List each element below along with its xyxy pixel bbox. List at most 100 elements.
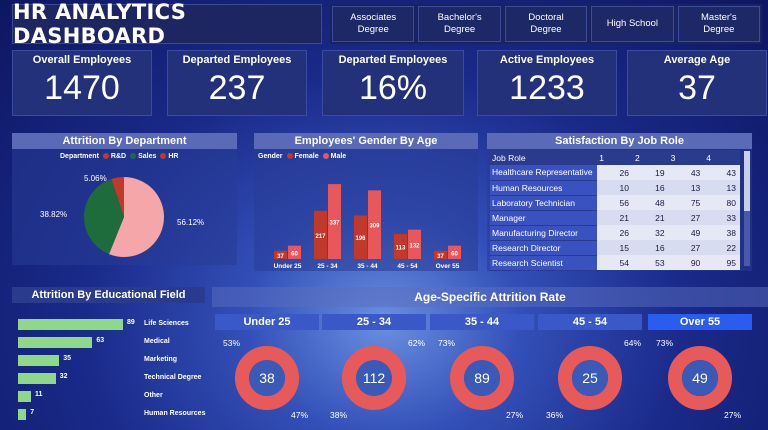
donut-top-label: 64% [624, 338, 641, 348]
x-tick-label: Under 25 [274, 263, 302, 270]
table-header-cell[interactable]: 4 [704, 150, 740, 165]
kpi-label: Overall Employees [32, 54, 132, 66]
page-title: HR ANALYTICS DASHBOARD [12, 0, 322, 48]
table-row[interactable]: Research Scientist 54 53 90 95 [490, 255, 740, 271]
donut-top-label: 73% [438, 338, 455, 348]
slicer-option[interactable]: Master's Degree [677, 6, 761, 42]
score-cell: 33 [704, 210, 740, 225]
score-cell: 10 [597, 180, 633, 195]
score-cell: 16 [632, 180, 669, 195]
score-cell: 27 [668, 210, 705, 225]
bar-data-label: 309 [369, 224, 380, 230]
score-cell: 26 [597, 165, 633, 180]
job-role-cell: Manager [490, 210, 598, 226]
edu-bar-row[interactable]: 32 Technical Degree [18, 373, 218, 384]
gender-age-bar-chart: 37 60 Under 25 217 337 25 - 34 196309 35 - 44 11… [274, 184, 461, 270]
slicer-option[interactable]: Bachelor's Degree [418, 6, 501, 42]
table-row[interactable]: Manufacturing Director 26 32 49 38 [490, 225, 740, 241]
attrition-donut[interactable]: 49 73% 27% [648, 330, 752, 426]
kpi-value: 37 [678, 69, 716, 107]
gender-age-panel: Employees' Gender By Age Gender Female M… [254, 133, 478, 271]
edu-bar-row[interactable]: 11 Other [18, 391, 218, 402]
x-tick-label: 45 - 54 [397, 263, 418, 270]
table-row[interactable]: Manager 21 21 27 33 [490, 210, 740, 226]
edu-bar[interactable] [18, 319, 123, 330]
score-cell: 90 [668, 255, 705, 270]
job-role-cell: Human Resources [490, 180, 598, 196]
panel-title: Attrition By Educational Field [12, 287, 205, 303]
score-cell: 15 [597, 240, 633, 255]
job-role-cell: Research Director [490, 240, 598, 256]
x-tick-label: 35 - 44 [357, 263, 378, 270]
table-header-cell[interactable]: 2 [632, 150, 669, 165]
table-row[interactable]: Research Director 15 16 27 22 [490, 240, 740, 256]
donut-center-value: 89 [474, 370, 490, 386]
pie-data-label: 5.06% [84, 174, 107, 183]
score-cell: 43 [704, 165, 740, 180]
attrition-department-panel: Attrition By Department Department R&D S… [12, 133, 237, 265]
kpi-label: Departed Employees [338, 54, 448, 66]
age-group-header: 45 - 54 [538, 314, 642, 330]
edu-bar-row[interactable]: 7 Human Resources [18, 409, 218, 420]
table-header-cell[interactable]: 1 [597, 150, 633, 165]
table-header-cell[interactable]: Job Role [490, 150, 598, 165]
score-cell: 38 [704, 225, 740, 240]
edu-bar[interactable] [18, 391, 31, 402]
department-pie-chart: 56.12% 38.82% 5.06% [40, 174, 204, 257]
table-row[interactable]: Laboratory Technician 56 48 75 80 [490, 195, 740, 211]
job-role-cell: Healthcare Representative [490, 165, 598, 181]
edu-bar[interactable] [18, 409, 27, 420]
kpi-card: Average Age 37 [627, 50, 767, 116]
slicer-option[interactable]: Doctoral Degree [504, 6, 588, 42]
score-cell: 27 [668, 240, 705, 255]
score-cell: 48 [632, 195, 669, 210]
job-role-cell: Research Scientist [490, 255, 598, 271]
age-group-header: Under 25 [215, 314, 319, 330]
donut-center-value: 38 [259, 370, 275, 386]
score-cell: 13 [668, 180, 705, 195]
slicer-option[interactable]: High School [591, 6, 674, 42]
score-cell: 80 [704, 195, 740, 210]
edu-bar[interactable] [18, 337, 93, 348]
edu-bar-row[interactable]: 89 Life Sciences [18, 319, 218, 330]
table-row[interactable]: Human Resources 10 16 13 13 [490, 180, 740, 196]
donut-bottom-label: 47% [291, 410, 308, 420]
edu-bar-value: 11 [34, 391, 43, 398]
kpi-value: 237 [208, 69, 266, 107]
x-tick-label: 25 - 34 [317, 263, 338, 270]
panel-title: Employees' Gender By Age [254, 133, 478, 149]
attrition-donut[interactable]: 112 62% 38% [322, 330, 426, 426]
donut-bottom-label: 36% [546, 410, 563, 420]
donut-center-value: 25 [582, 370, 598, 386]
score-cell: 16 [632, 240, 669, 255]
attrition-donut[interactable]: 25 64% 36% [538, 330, 642, 426]
table-header-cell[interactable]: 3 [668, 150, 705, 165]
score-cell: 54 [597, 255, 633, 270]
edu-field-label: Marketing [144, 356, 178, 363]
edu-bar[interactable] [18, 373, 56, 384]
panel-title: Satisfaction By Job Role [487, 133, 752, 149]
edu-bar[interactable] [18, 355, 60, 366]
education-slicer: Associates Degree Bachelor's Degree Doctor… [330, 4, 762, 44]
table-row[interactable]: Healthcare Representative 26 19 43 43 [490, 165, 740, 181]
score-cell: 53 [632, 255, 669, 270]
edu-field-label: Other [144, 392, 163, 399]
edu-bar-value: 7 [30, 409, 35, 416]
attrition-donut[interactable]: 89 73% 27% [430, 330, 534, 426]
edu-bar-row[interactable]: 63 Medical [18, 337, 218, 348]
age-group-header: Over 55 [648, 314, 752, 330]
score-cell: 26 [597, 225, 633, 240]
kpi-label: Average Age [663, 54, 731, 66]
attrition-donut[interactable]: 38 53% 47% [215, 330, 319, 426]
score-cell: 56 [597, 195, 633, 210]
bar-data-label: 132 [409, 243, 420, 249]
donut-center-value: 49 [692, 370, 708, 386]
satisfaction-table: Job Role 1 2 3 4 Healthcare Representative 26 1… [490, 150, 740, 271]
score-cell: 75 [668, 195, 705, 210]
bar-data-label: 37 [277, 254, 284, 260]
slicer-option[interactable]: Associates Degree [332, 6, 415, 42]
donut-bottom-label: 27% [506, 410, 523, 420]
edu-field-label: Medical [144, 338, 170, 345]
table-scrollbar[interactable] [744, 151, 750, 266]
edu-bar-row[interactable]: 35 Marketing [18, 355, 218, 366]
